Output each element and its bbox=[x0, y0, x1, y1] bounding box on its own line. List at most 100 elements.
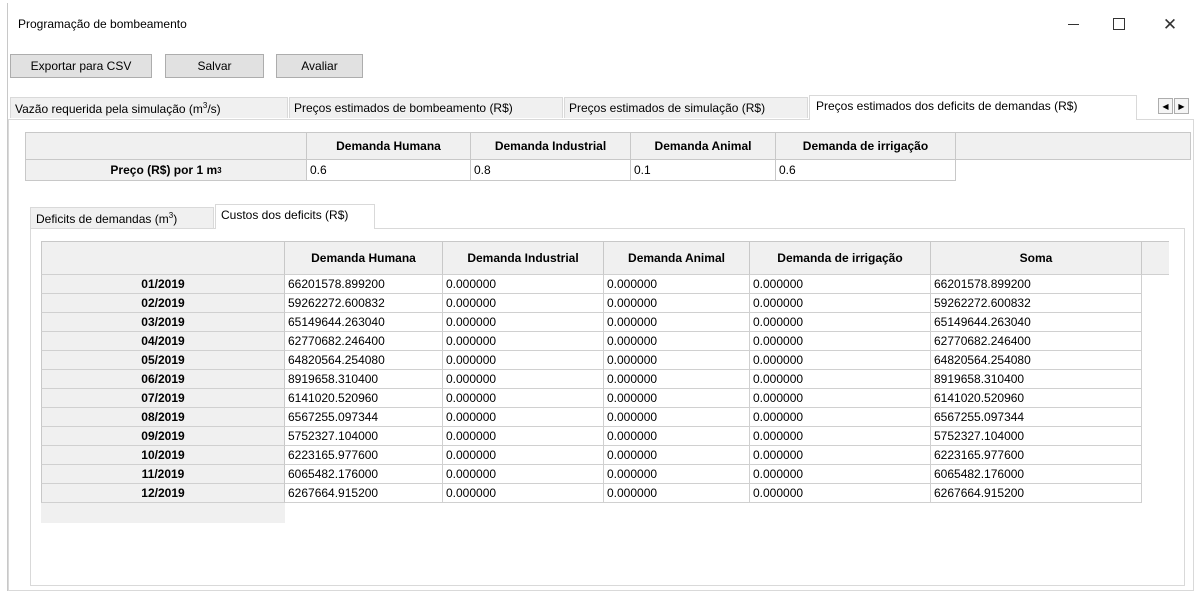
cost-cell-irrigation[interactable]: 0.000000 bbox=[750, 275, 931, 294]
tab-deficits[interactable]: Deficits de demandas (m3) bbox=[30, 207, 214, 228]
cost-table-footer bbox=[41, 503, 285, 523]
cost-cell-sum[interactable]: 6567255.097344 bbox=[931, 408, 1142, 427]
price-row-label: Preço (R$) por 1 m3 bbox=[25, 160, 307, 181]
cost-cell-sum[interactable]: 66201578.899200 bbox=[931, 275, 1142, 294]
cost-cell-sum[interactable]: 59262272.600832 bbox=[931, 294, 1142, 313]
cost-cell-animal[interactable]: 0.000000 bbox=[604, 389, 750, 408]
scroll-left-icon[interactable]: ◀ bbox=[1158, 98, 1173, 114]
price-value-irrigation[interactable]: 0.6 bbox=[776, 160, 956, 181]
cost-cell-irrigation[interactable]: 0.000000 bbox=[750, 446, 931, 465]
minimize-button[interactable] bbox=[1051, 9, 1095, 39]
cost-cell-sum[interactable]: 6065482.176000 bbox=[931, 465, 1142, 484]
export-csv-button[interactable]: Exportar para CSV bbox=[10, 54, 152, 78]
cost-cell-human[interactable]: 6567255.097344 bbox=[285, 408, 443, 427]
cost-cell-human[interactable]: 6267664.915200 bbox=[285, 484, 443, 503]
cost-cell-animal[interactable]: 0.000000 bbox=[604, 332, 750, 351]
tab-deficit-prices[interactable]: Preços estimados dos deficits de demanda… bbox=[809, 95, 1137, 120]
cost-cell-human[interactable]: 5752327.104000 bbox=[285, 427, 443, 446]
cost-cell-sum[interactable]: 8919658.310400 bbox=[931, 370, 1142, 389]
cost-header-sum: Soma bbox=[931, 241, 1142, 275]
cost-cell-industrial[interactable]: 0.000000 bbox=[443, 370, 604, 389]
tab-simulation-prices[interactable]: Preços estimados de simulação (R$) bbox=[564, 97, 808, 118]
cost-cell-industrial[interactable]: 0.000000 bbox=[443, 465, 604, 484]
window-title: Programação de bombeamento bbox=[18, 17, 187, 31]
cost-cell-irrigation[interactable]: 0.000000 bbox=[750, 294, 931, 313]
evaluate-button[interactable]: Avaliar bbox=[276, 54, 363, 78]
cost-cell-industrial[interactable]: 0.000000 bbox=[443, 294, 604, 313]
close-icon: ✕ bbox=[1162, 14, 1178, 34]
price-value-animal[interactable]: 0.1 bbox=[631, 160, 776, 181]
price-header-industrial: Demanda Industrial bbox=[471, 132, 631, 160]
cost-cell-sum[interactable]: 6267664.915200 bbox=[931, 484, 1142, 503]
cost-cell-animal[interactable]: 0.000000 bbox=[604, 313, 750, 332]
cost-cell-human[interactable]: 62770682.246400 bbox=[285, 332, 443, 351]
cost-cell-human[interactable]: 6141020.520960 bbox=[285, 389, 443, 408]
cost-cell-animal[interactable]: 0.000000 bbox=[604, 484, 750, 503]
cost-cell-animal[interactable]: 0.000000 bbox=[604, 408, 750, 427]
cost-cell-irrigation[interactable]: 0.000000 bbox=[750, 465, 931, 484]
cost-cell-irrigation[interactable]: 0.000000 bbox=[750, 408, 931, 427]
cost-cell-sum[interactable]: 62770682.246400 bbox=[931, 332, 1142, 351]
cost-cell-sum[interactable]: 6223165.977600 bbox=[931, 446, 1142, 465]
cost-cell-animal[interactable]: 0.000000 bbox=[604, 446, 750, 465]
cost-cell-human[interactable]: 66201578.899200 bbox=[285, 275, 443, 294]
table-row: 06/2019 8919658.310400 0.000000 0.000000 0.0… bbox=[41, 370, 1169, 389]
cost-row-month: 12/2019 bbox=[41, 484, 285, 503]
cost-header-human: Demanda Humana bbox=[285, 241, 443, 275]
cost-cell-irrigation[interactable]: 0.000000 bbox=[750, 427, 931, 446]
cost-cell-industrial[interactable]: 0.000000 bbox=[443, 446, 604, 465]
cost-cell-sum[interactable]: 5752327.104000 bbox=[931, 427, 1142, 446]
maximize-button[interactable] bbox=[1097, 9, 1141, 39]
cost-cell-animal[interactable]: 0.000000 bbox=[604, 370, 750, 389]
cost-cell-industrial[interactable]: 0.000000 bbox=[443, 275, 604, 294]
cost-cell-animal[interactable]: 0.000000 bbox=[604, 351, 750, 370]
app-window: Programação de bombeamento ✕ Exportar pa… bbox=[7, 3, 1197, 591]
cost-cell-animal[interactable]: 0.000000 bbox=[604, 294, 750, 313]
tab-label-end: ) bbox=[173, 212, 178, 226]
cost-cell-irrigation[interactable]: 0.000000 bbox=[750, 351, 931, 370]
tab-required-flow[interactable]: Vazão requerida pela simulação (m3/s) bbox=[10, 97, 288, 118]
cost-cell-animal[interactable]: 0.000000 bbox=[604, 427, 750, 446]
cost-header-irrigation: Demanda de irrigação bbox=[750, 241, 931, 275]
cost-cell-human[interactable]: 65149644.263040 bbox=[285, 313, 443, 332]
table-row: 12/2019 6267664.915200 0.000000 0.000000 0.0… bbox=[41, 484, 1169, 503]
cost-cell-irrigation[interactable]: 0.000000 bbox=[750, 370, 931, 389]
table-row: 10/2019 6223165.977600 0.000000 0.000000 0.0… bbox=[41, 446, 1169, 465]
cost-cell-human[interactable]: 64820564.254080 bbox=[285, 351, 443, 370]
cost-cell-irrigation[interactable]: 0.000000 bbox=[750, 484, 931, 503]
cost-cell-industrial[interactable]: 0.000000 bbox=[443, 408, 604, 427]
cost-cell-human[interactable]: 6223165.977600 bbox=[285, 446, 443, 465]
scroll-right-icon[interactable]: ▶ bbox=[1174, 98, 1189, 114]
cost-cell-human[interactable]: 6065482.176000 bbox=[285, 465, 443, 484]
cost-cell-animal[interactable]: 0.000000 bbox=[604, 465, 750, 484]
price-header-filler bbox=[956, 132, 1191, 160]
price-header-irrigation: Demanda de irrigação bbox=[776, 132, 956, 160]
cost-cell-sum[interactable]: 65149644.263040 bbox=[931, 313, 1142, 332]
cost-cell-animal[interactable]: 0.000000 bbox=[604, 275, 750, 294]
cost-cell-industrial[interactable]: 0.000000 bbox=[443, 427, 604, 446]
table-row: 01/2019 66201578.899200 0.000000 0.000000 0.… bbox=[41, 275, 1169, 294]
cost-cell-human[interactable]: 8919658.310400 bbox=[285, 370, 443, 389]
tab-label: Vazão requerida pela simulação (m bbox=[15, 102, 203, 116]
price-value-industrial[interactable]: 0.8 bbox=[471, 160, 631, 181]
cost-cell-irrigation[interactable]: 0.000000 bbox=[750, 389, 931, 408]
cost-cell-industrial[interactable]: 0.000000 bbox=[443, 484, 604, 503]
table-row: 09/2019 5752327.104000 0.000000 0.000000 0.0… bbox=[41, 427, 1169, 446]
cost-cell-irrigation[interactable]: 0.000000 bbox=[750, 332, 931, 351]
cost-cell-human[interactable]: 59262272.600832 bbox=[285, 294, 443, 313]
close-button[interactable]: ✕ bbox=[1148, 9, 1192, 39]
cost-row-month: 04/2019 bbox=[41, 332, 285, 351]
tab-pumping-prices[interactable]: Preços estimados de bombeamento (R$) bbox=[289, 97, 563, 118]
price-value-human[interactable]: 0.6 bbox=[307, 160, 471, 181]
cost-cell-industrial[interactable]: 0.000000 bbox=[443, 332, 604, 351]
tab-deficit-costs[interactable]: Custos dos deficits (R$) bbox=[215, 204, 375, 229]
cost-cell-industrial[interactable]: 0.000000 bbox=[443, 351, 604, 370]
cost-cell-industrial[interactable]: 0.000000 bbox=[443, 389, 604, 408]
price-row-label-text: Preço (R$) por 1 m bbox=[110, 163, 218, 177]
cost-cell-industrial[interactable]: 0.000000 bbox=[443, 313, 604, 332]
cost-cell-sum[interactable]: 6141020.520960 bbox=[931, 389, 1142, 408]
cost-cell-sum[interactable]: 64820564.254080 bbox=[931, 351, 1142, 370]
cost-cell-irrigation[interactable]: 0.000000 bbox=[750, 313, 931, 332]
save-button[interactable]: Salvar bbox=[165, 54, 264, 78]
tab-label-end: /s) bbox=[207, 102, 221, 116]
